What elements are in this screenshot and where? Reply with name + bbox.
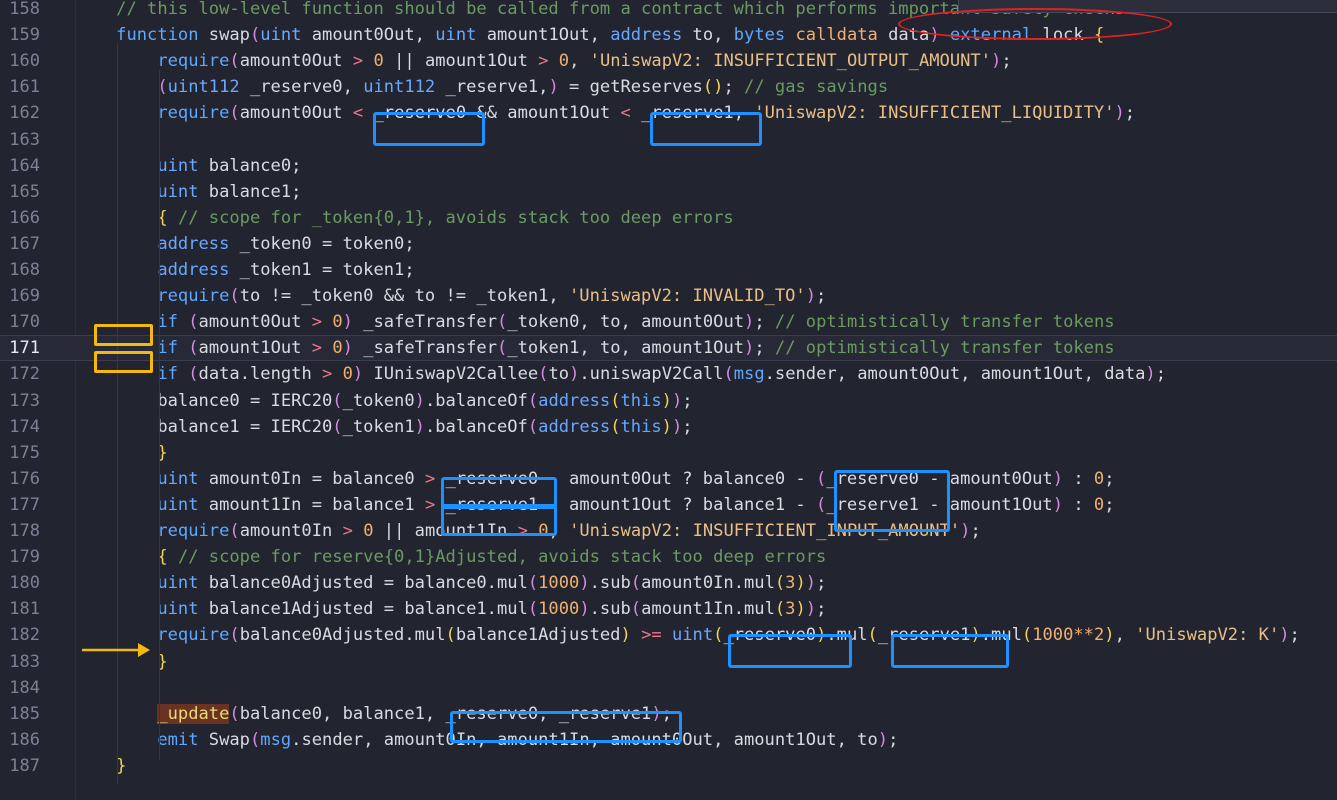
line-number: 185	[9, 703, 40, 724]
line-number: 174	[9, 416, 40, 437]
annotation-box-group-176-177	[834, 470, 950, 532]
annotation-red-ellipse	[898, 8, 1172, 40]
line-number: 164	[9, 155, 40, 176]
line-number: 158	[9, 0, 40, 19]
line-number: 177	[9, 494, 40, 515]
code-text[interactable]: require(amount0Out > 0 || amount1Out > 0…	[75, 48, 1011, 74]
line-number: 187	[9, 755, 40, 776]
line-number: 162	[9, 103, 40, 124]
code-line-187[interactable]: 187 }	[0, 753, 1337, 779]
code-text[interactable]: uint balance1;	[75, 179, 301, 205]
code-line-169[interactable]: 169 require(to != _token0 && to != _toke…	[0, 283, 1337, 309]
line-number: 186	[9, 729, 40, 750]
code-text[interactable]: uint amount1In = balance1 > _reserve1 - …	[75, 492, 1114, 518]
code-text[interactable]: if (data.length > 0) IUniswapV2Callee(to…	[75, 361, 1166, 387]
code-text[interactable]: }	[75, 440, 167, 466]
annotation-box-reserve0-182	[728, 634, 852, 668]
code-line-165[interactable]: 165 uint balance1;	[0, 179, 1337, 205]
code-line-176[interactable]: 176 uint amount0In = balance0 > _reserve…	[0, 466, 1337, 492]
code-line-181[interactable]: 181 uint balance1Adjusted = balance1.mul…	[0, 596, 1337, 622]
code-text[interactable]: uint balance0Adjusted = balance0.mul(100…	[75, 570, 826, 596]
code-line-168[interactable]: 168 address _token1 = token1;	[0, 257, 1337, 283]
code-text[interactable]: require(balance0Adjusted.mul(balance1Adj…	[75, 622, 1300, 648]
annotation-orange-box-171	[94, 351, 153, 373]
line-number: 163	[9, 129, 40, 150]
code-line-184[interactable]: 184	[0, 675, 1337, 701]
code-line-164[interactable]: 164 uint balance0;	[0, 153, 1337, 179]
line-number: 182	[9, 625, 40, 646]
code-line-183[interactable]: 183 }	[0, 649, 1337, 675]
code-line-161[interactable]: 161 (uint112 _reserve0, uint112 _reserve…	[0, 74, 1337, 100]
line-number: 173	[9, 390, 40, 411]
annotation-orange-box-170	[94, 324, 153, 346]
annotation-box-update-args-185	[450, 711, 682, 743]
indent-guide	[117, 44, 118, 784]
code-line-170[interactable]: 170 if (amount0Out > 0) _safeTransfer(_t…	[0, 309, 1337, 335]
line-number: 167	[9, 233, 40, 254]
code-text[interactable]: }	[75, 753, 126, 779]
line-number: 169	[9, 286, 40, 307]
code-line-177[interactable]: 177 uint amount1In = balance1 > _reserve…	[0, 492, 1337, 518]
annotation-box-reserve1-162	[650, 112, 762, 146]
line-number: 172	[9, 364, 40, 385]
line-number: 165	[9, 181, 40, 202]
code-line-174[interactable]: 174 balance1 = IERC20(_token1).balanceOf…	[0, 414, 1337, 440]
code-line-172[interactable]: 172 if (data.length > 0) IUniswapV2Calle…	[0, 361, 1337, 387]
line-number: 183	[9, 651, 40, 672]
code-text[interactable]: if (amount0Out > 0) _safeTransfer(_token…	[75, 309, 1114, 335]
line-number: 181	[9, 599, 40, 620]
code-line-175[interactable]: 175 }	[0, 440, 1337, 466]
code-line-178[interactable]: 178 require(amount0In > 0 || amount1In >…	[0, 518, 1337, 544]
code-text[interactable]: require(to != _token0 && to != _token1, …	[75, 283, 826, 309]
annotation-orange-arrow	[82, 643, 150, 657]
line-number: 159	[9, 25, 40, 46]
code-editor[interactable]: 158 // this low-level function should be…	[0, 0, 1337, 800]
line-number: 170	[9, 312, 40, 333]
code-text[interactable]: (uint112 _reserve0, uint112 _reserve1,) …	[75, 74, 888, 100]
code-text[interactable]: address _token1 = token1;	[75, 257, 414, 283]
line-number: 160	[9, 51, 40, 72]
code-line-160[interactable]: 160 require(amount0Out > 0 || amount1Out…	[0, 48, 1337, 74]
line-number: 180	[9, 573, 40, 594]
code-line-179[interactable]: 179 { // scope for reserve{0,1}Adjusted,…	[0, 544, 1337, 570]
line-number: 176	[9, 468, 40, 489]
indent-guide	[159, 70, 160, 760]
code-text[interactable]: if (amount1Out > 0) _safeTransfer(_token…	[75, 336, 1114, 360]
code-line-167[interactable]: 167 address _token0 = token0;	[0, 231, 1337, 257]
line-number: 171	[9, 338, 40, 359]
line-number: 179	[9, 547, 40, 568]
annotation-box-reserve1-177	[441, 504, 557, 536]
code-text[interactable]: require(amount0Out < _reserve0 && amount…	[75, 100, 1135, 126]
code-line-173[interactable]: 173 balance0 = IERC20(_token0).balanceOf…	[0, 388, 1337, 414]
annotation-box-reserve1-182	[891, 634, 1009, 668]
code-text[interactable]: balance0 = IERC20(_token0).balanceOf(add…	[75, 388, 692, 414]
code-line-171[interactable]: 171 if (amount1Out > 0) _safeTransfer(_t…	[0, 335, 1337, 362]
code-text[interactable]: { // scope for _token{0,1}, avoids stack…	[75, 205, 733, 231]
code-text[interactable]: { // scope for reserve{0,1}Adjusted, avo…	[75, 544, 826, 570]
annotation-box-reserve0-162	[373, 112, 485, 146]
code-line-182[interactable]: 182 require(balance0Adjusted.mul(balance…	[0, 622, 1337, 648]
code-text[interactable]: address _token0 = token0;	[75, 231, 414, 257]
line-number: 184	[9, 677, 40, 698]
code-text[interactable]: uint balance1Adjusted = balance1.mul(100…	[75, 596, 826, 622]
line-number: 178	[9, 521, 40, 541]
line-number: 168	[9, 260, 40, 280]
code-line-180[interactable]: 180 uint balance0Adjusted = balance0.mul…	[0, 570, 1337, 596]
code-text[interactable]: balance1 = IERC20(_token1).balanceOf(add…	[75, 414, 692, 440]
code-text[interactable]: uint balance0;	[75, 153, 301, 179]
line-number: 161	[9, 77, 40, 98]
code-text[interactable]: uint amount0In = balance0 > _reserve0 - …	[75, 466, 1114, 492]
code-line-166[interactable]: 166 { // scope for _token{0,1}, avoids s…	[0, 205, 1337, 231]
line-number: 166	[9, 207, 40, 228]
line-number: 175	[9, 442, 40, 463]
